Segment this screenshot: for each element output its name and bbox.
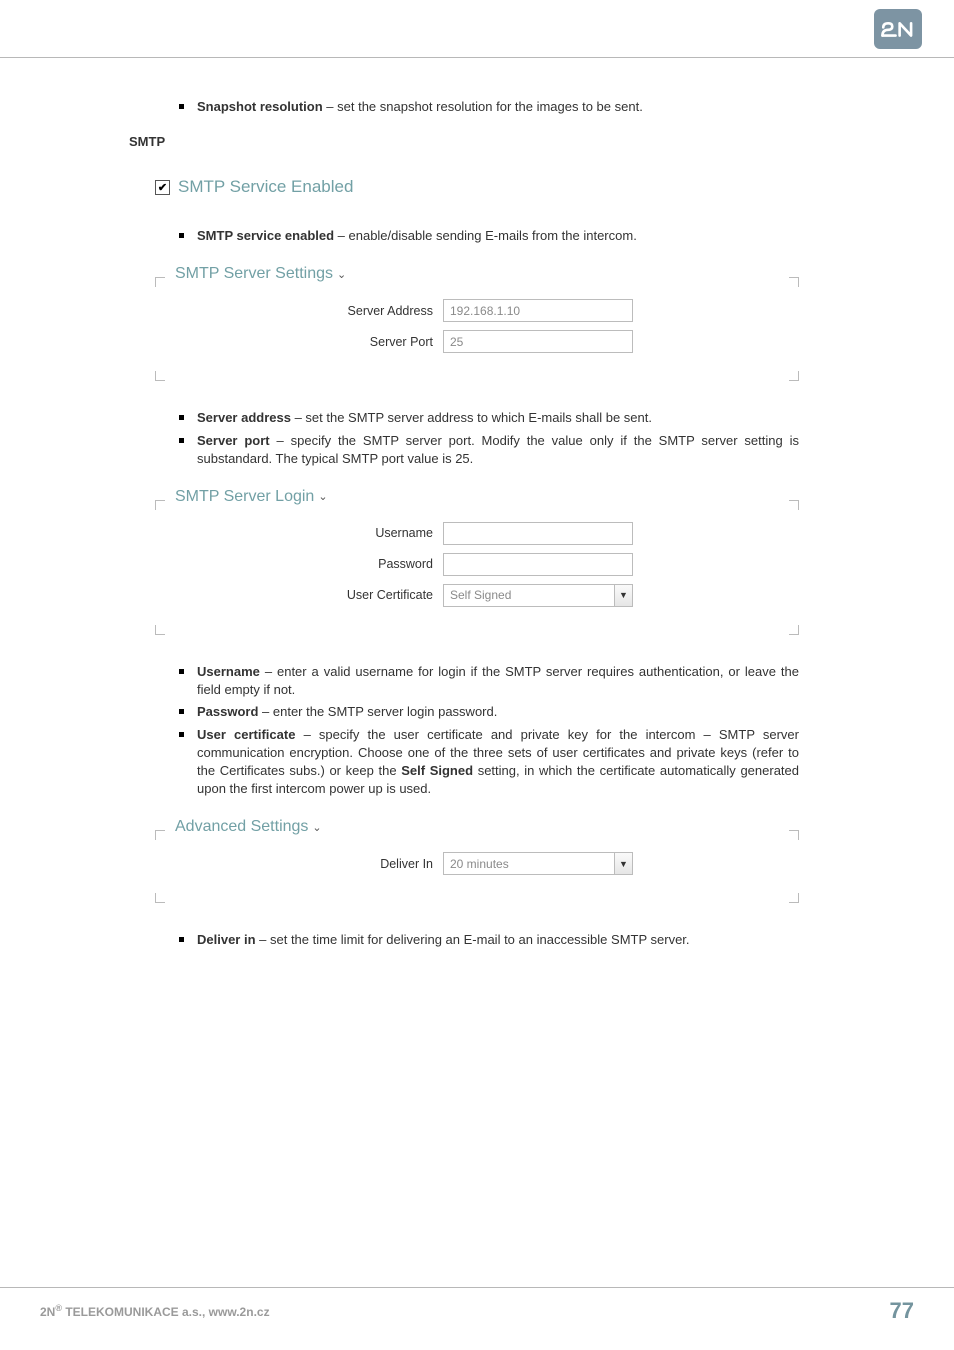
page-header <box>0 0 954 58</box>
user-cert-select[interactable]: Self Signed ▼ <box>443 584 633 607</box>
username-bullet: Username – enter a valid username for lo… <box>197 663 799 699</box>
server-port-bullet-desc: – specify the SMTP server port. Modify t… <box>197 433 799 466</box>
smtp-server-settings-legend[interactable]: SMTP Server Settings ⌄ <box>169 265 352 283</box>
user-cert-bullet-term: User certificate <box>197 727 295 742</box>
smtp-heading: SMTP <box>129 134 799 149</box>
smtp-server-login-group: SMTP Server Login ⌄ Username Password Us… <box>155 500 799 635</box>
smtp-enabled-label: SMTP Service Enabled <box>178 177 353 197</box>
username-bullet-term: Username <box>197 664 260 679</box>
username-row: Username <box>173 522 781 545</box>
password-bullet: Password – enter the SMTP server login p… <box>197 703 799 721</box>
user-cert-value: Self Signed <box>444 588 614 602</box>
smtp-enabled-bullet-desc: – enable/disable sending E-mails from th… <box>334 228 637 243</box>
server-port-bullet: Server port – specify the SMTP server po… <box>197 432 799 468</box>
dropdown-arrow-icon[interactable]: ▼ <box>614 853 632 874</box>
2n-logo-icon <box>880 18 916 40</box>
chevron-down-icon: ⌄ <box>312 821 321 834</box>
server-address-input[interactable]: 192.168.1.10 <box>443 299 633 322</box>
password-label: Password <box>173 557 443 571</box>
server-port-input[interactable]: 25 <box>443 330 633 353</box>
brand-logo <box>874 9 922 49</box>
server-address-value: 192.168.1.10 <box>450 304 520 318</box>
legend-text: SMTP Server Login <box>175 488 314 506</box>
deliver-in-select[interactable]: 20 minutes ▼ <box>443 852 633 875</box>
user-cert-bullet-bold: Self Signed <box>401 763 473 778</box>
snapshot-desc: – set the snapshot resolution for the im… <box>323 99 643 114</box>
server-port-bullet-term: Server port <box>197 433 270 448</box>
smtp-server-settings-group: SMTP Server Settings ⌄ Server Address 19… <box>155 277 799 381</box>
password-row: Password <box>173 553 781 576</box>
page-content: Snapshot resolution – set the snapshot r… <box>0 58 954 949</box>
smtp-enabled-bullet: SMTP service enabled – enable/disable se… <box>197 227 799 245</box>
deliver-in-bullet-desc: – set the time limit for delivering an E… <box>256 932 690 947</box>
deliver-in-label: Deliver In <box>173 857 443 871</box>
username-input[interactable] <box>443 522 633 545</box>
smtp-enabled-row: ✔ SMTP Service Enabled <box>155 177 799 197</box>
server-address-row: Server Address 192.168.1.10 <box>173 299 781 322</box>
legend-text: SMTP Server Settings <box>175 265 333 283</box>
server-address-bullet-term: Server address <box>197 410 291 425</box>
snapshot-resolution-item: Snapshot resolution – set the snapshot r… <box>197 98 799 116</box>
page-footer: 2N® TELEKOMUNIKACE a.s., www.2n.cz 77 <box>0 1287 954 1324</box>
deliver-in-row: Deliver In 20 minutes ▼ <box>173 852 781 875</box>
server-address-bullet-desc: – set the SMTP server address to which E… <box>291 410 652 425</box>
chevron-down-icon: ⌄ <box>337 268 346 281</box>
smtp-enabled-bullet-term: SMTP service enabled <box>197 228 334 243</box>
user-cert-bullet: User certificate – specify the user cert… <box>197 726 799 799</box>
user-cert-row: User Certificate Self Signed ▼ <box>173 584 781 607</box>
password-input[interactable] <box>443 553 633 576</box>
server-address-bullet: Server address – set the SMTP server add… <box>197 409 799 427</box>
registered-icon: ® <box>55 1303 62 1313</box>
footer-company-post: TELEKOMUNIKACE a.s., www.2n.cz <box>62 1305 270 1319</box>
user-cert-label: User Certificate <box>173 588 443 602</box>
deliver-in-value: 20 minutes <box>444 857 614 871</box>
server-port-label: Server Port <box>173 335 443 349</box>
chevron-down-icon: ⌄ <box>318 490 327 503</box>
username-bullet-desc: – enter a valid username for login if th… <box>197 664 799 697</box>
snapshot-term: Snapshot resolution <box>197 99 323 114</box>
server-address-label: Server Address <box>173 304 443 318</box>
password-bullet-term: Password <box>197 704 258 719</box>
server-port-row: Server Port 25 <box>173 330 781 353</box>
smtp-enabled-checkbox[interactable]: ✔ <box>155 180 170 195</box>
deliver-in-bullet: Deliver in – set the time limit for deli… <box>197 931 799 949</box>
legend-text: Advanced Settings <box>175 818 308 836</box>
advanced-settings-legend[interactable]: Advanced Settings ⌄ <box>169 818 328 836</box>
server-port-value: 25 <box>450 335 463 349</box>
footer-company-pre: 2N <box>40 1305 55 1319</box>
username-label: Username <box>173 526 443 540</box>
dropdown-arrow-icon[interactable]: ▼ <box>614 585 632 606</box>
password-bullet-desc: – enter the SMTP server login password. <box>258 704 497 719</box>
page-number: 77 <box>890 1298 914 1324</box>
deliver-in-bullet-term: Deliver in <box>197 932 256 947</box>
smtp-server-login-legend[interactable]: SMTP Server Login ⌄ <box>169 488 334 506</box>
advanced-settings-group: Advanced Settings ⌄ Deliver In 20 minute… <box>155 830 799 903</box>
footer-company: 2N® TELEKOMUNIKACE a.s., www.2n.cz <box>40 1303 270 1319</box>
